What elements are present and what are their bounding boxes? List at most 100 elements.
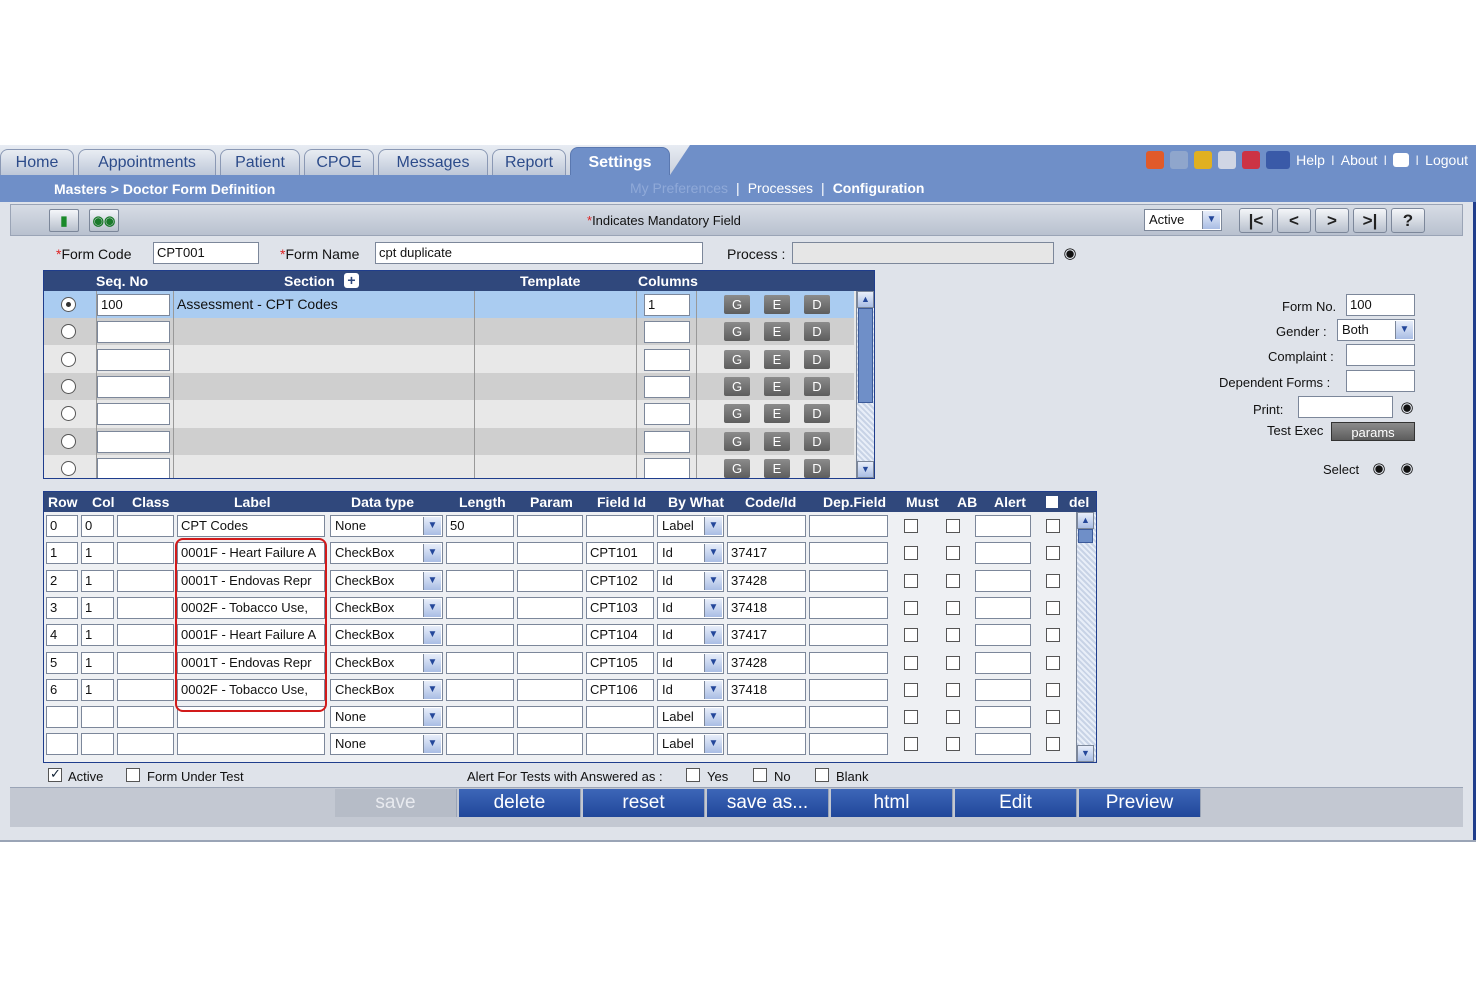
- must-checkbox[interactable]: [904, 519, 918, 533]
- no-checkbox[interactable]: [753, 768, 767, 782]
- alert-field[interactable]: [975, 624, 1031, 647]
- col-field[interactable]: [81, 706, 114, 729]
- columns-field[interactable]: [644, 375, 690, 398]
- print-field[interactable]: [1298, 396, 1393, 418]
- user-group-icon[interactable]: [1194, 151, 1213, 169]
- code-id-field[interactable]: [727, 515, 806, 537]
- by-what-select[interactable]: Label ▼: [657, 515, 724, 537]
- code-id-field[interactable]: 37418: [727, 678, 806, 701]
- e-button[interactable]: E: [764, 431, 790, 451]
- alarm-icon[interactable]: [1146, 151, 1165, 169]
- complaint-field[interactable]: [1346, 344, 1415, 366]
- field-id-field[interactable]: [586, 515, 654, 537]
- form-under-test-checkbox[interactable]: [126, 768, 140, 782]
- help-button[interactable]: ?: [1391, 208, 1425, 233]
- seq-no-field[interactable]: [97, 403, 170, 426]
- code-id-field[interactable]: 37418: [727, 596, 806, 619]
- logout-link[interactable]: Logout: [1425, 152, 1468, 168]
- bill-icon[interactable]: [1170, 151, 1189, 169]
- del-checkbox[interactable]: [1046, 737, 1060, 752]
- ab-checkbox[interactable]: [946, 682, 960, 697]
- length-field[interactable]: 50: [446, 515, 514, 537]
- search-icon[interactable]: [1266, 151, 1291, 169]
- help-link[interactable]: Help: [1296, 152, 1325, 168]
- dep-field-field[interactable]: [809, 678, 888, 701]
- data-type-select[interactable]: CheckBox ▼: [330, 678, 443, 701]
- ab-checkbox[interactable]: [946, 655, 960, 670]
- by-what-select[interactable]: Id ▼: [657, 596, 724, 619]
- tab-messages[interactable]: Messages: [378, 149, 488, 175]
- code-id-field[interactable]: [727, 733, 806, 756]
- col-field[interactable]: 0: [81, 515, 114, 537]
- section-radio[interactable]: [61, 297, 76, 312]
- dep-field-field[interactable]: [809, 515, 888, 537]
- d-button[interactable]: D: [804, 295, 830, 314]
- save-as-button[interactable]: save as...: [707, 789, 829, 817]
- e-button[interactable]: E: [764, 295, 790, 314]
- param-field[interactable]: [517, 651, 583, 674]
- data-type-select[interactable]: CheckBox ▼: [330, 596, 443, 619]
- field-id-field[interactable]: CPT103: [586, 596, 654, 619]
- data-type-select[interactable]: None ▼: [330, 515, 443, 537]
- alert-field[interactable]: [975, 733, 1031, 756]
- field-id-field[interactable]: CPT106: [586, 678, 654, 701]
- scroll-thumb[interactable]: [1078, 529, 1093, 543]
- alert-field[interactable]: [975, 569, 1031, 592]
- person-icon[interactable]: [1218, 151, 1237, 169]
- field-id-field[interactable]: CPT101: [586, 542, 654, 565]
- dep-field-field[interactable]: [809, 596, 888, 619]
- scroll-down-icon[interactable]: ▼: [1077, 745, 1094, 762]
- columns-field[interactable]: [644, 430, 690, 453]
- row-field[interactable]: 0: [46, 515, 78, 537]
- scroll-up-icon[interactable]: ▲: [857, 291, 874, 308]
- edit-button[interactable]: Edit: [955, 789, 1077, 817]
- columns-field[interactable]: [644, 321, 690, 344]
- param-field[interactable]: [517, 733, 583, 756]
- configuration-link[interactable]: Configuration: [833, 180, 925, 196]
- del-checkbox[interactable]: [1046, 519, 1060, 533]
- field-id-field[interactable]: CPT105: [586, 651, 654, 674]
- code-id-field[interactable]: 37428: [727, 651, 806, 674]
- by-what-select[interactable]: Id ▼: [657, 569, 724, 592]
- label-field[interactable]: CPT Codes: [177, 515, 325, 537]
- seq-no-field[interactable]: [97, 430, 170, 453]
- e-button[interactable]: E: [764, 458, 790, 478]
- must-checkbox[interactable]: [904, 573, 918, 588]
- add-section-icon[interactable]: +: [344, 273, 359, 288]
- dep-field-field[interactable]: [809, 542, 888, 565]
- row-field[interactable]: 6: [46, 678, 78, 701]
- my-preferences-link[interactable]: My Preferences: [630, 180, 728, 196]
- section-radio[interactable]: [61, 324, 76, 340]
- g-button[interactable]: G: [724, 458, 750, 478]
- g-button[interactable]: G: [724, 376, 750, 396]
- first-record-button[interactable]: |<: [1239, 208, 1273, 233]
- tab-patient[interactable]: Patient: [220, 149, 300, 175]
- by-what-select[interactable]: Id ▼: [657, 678, 724, 701]
- fields-scrollbar[interactable]: ▲ ▼: [1076, 512, 1096, 762]
- tab-report[interactable]: Report: [492, 149, 566, 175]
- about-link[interactable]: About: [1341, 152, 1378, 168]
- tab-cpoe[interactable]: CPOE: [304, 149, 374, 175]
- active-checkbox[interactable]: [48, 766, 62, 782]
- seq-no-field[interactable]: [97, 375, 170, 398]
- lock-icon[interactable]: [1393, 153, 1410, 167]
- dep-field-field[interactable]: [809, 569, 888, 592]
- select-all-checkbox[interactable]: [1046, 496, 1058, 508]
- code-id-field[interactable]: 37417: [727, 624, 806, 647]
- prev-record-button[interactable]: <: [1277, 208, 1311, 233]
- processes-link[interactable]: Processes: [748, 180, 813, 196]
- param-field[interactable]: [517, 706, 583, 729]
- del-checkbox[interactable]: [1046, 710, 1060, 725]
- col-field[interactable]: 1: [81, 596, 114, 619]
- length-field[interactable]: [446, 596, 514, 619]
- ab-checkbox[interactable]: [946, 710, 960, 725]
- form-name-field[interactable]: cpt duplicate: [375, 242, 703, 264]
- yes-checkbox[interactable]: [686, 768, 700, 782]
- col-field[interactable]: 1: [81, 624, 114, 647]
- alert-field[interactable]: [975, 515, 1031, 537]
- del-checkbox[interactable]: [1046, 546, 1060, 561]
- search-binoculars-button[interactable]: ◉◉: [89, 209, 119, 232]
- binoculars-icon[interactable]: ◉: [1369, 459, 1389, 477]
- row-field[interactable]: [46, 706, 78, 729]
- gender-select[interactable]: Both ▼: [1337, 319, 1415, 341]
